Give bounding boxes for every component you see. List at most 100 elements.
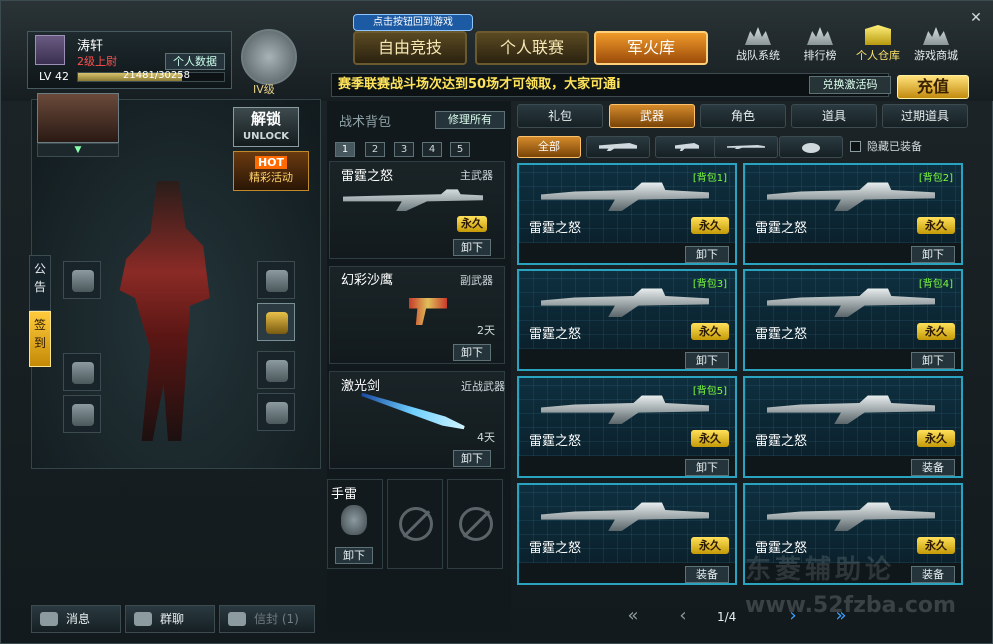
card-weapon-name: 雷霆之怒 — [529, 327, 582, 342]
next-page-button[interactable]: › — [781, 605, 805, 629]
filter-pistol-button[interactable] — [655, 136, 719, 158]
close-icon[interactable]: ✕ — [967, 9, 985, 27]
mail-button[interactable]: 信封 (1) — [219, 605, 315, 633]
inventory-card[interactable]: [背包4] 雷霆之怒 永久 卸下 — [743, 269, 963, 371]
filter-rifle-button[interactable] — [586, 136, 650, 158]
secondary-weapon-type: 副武器 — [460, 274, 493, 287]
redeem-code-button[interactable]: 兑换激活码 — [809, 76, 891, 94]
inventory-card[interactable]: [背包5] 雷霆之怒 永久卸下 — [517, 376, 737, 478]
mode-free-battle-button[interactable]: 自由竞技 — [353, 31, 467, 65]
no-entry-icon — [459, 507, 493, 541]
last-page-button[interactable]: » — [829, 605, 853, 629]
knife-icon — [727, 145, 765, 149]
checkin-tab[interactable]: 签到 — [29, 311, 51, 367]
hot-event-label: 精彩活动 — [249, 171, 293, 184]
backpack-tab-5[interactable]: 5 — [450, 142, 470, 157]
ranking-button[interactable]: 排行榜 — [789, 25, 851, 67]
backpack-tab-1[interactable]: 1 — [335, 142, 355, 157]
pouch-slot-icon[interactable] — [63, 395, 101, 433]
card-action-button[interactable]: 卸下 — [685, 459, 729, 476]
grenade-unequip-button[interactable]: 卸下 — [335, 547, 373, 564]
unlock-label: 解锁 — [250, 110, 281, 128]
prev-page-button[interactable]: ‹ — [671, 605, 695, 629]
mode-league-button[interactable]: 个人联赛 — [475, 31, 589, 65]
card-duration-badge: 永久 — [691, 430, 729, 447]
inventory-card[interactable]: [背包3] 雷霆之怒 永久卸下 — [517, 269, 737, 371]
no-entry-icon — [399, 507, 433, 541]
primary-unequip-button[interactable]: 卸下 — [453, 239, 491, 256]
inventory-card[interactable]: 雷霆之怒 永久 装备 — [743, 376, 963, 478]
filter-all-button[interactable]: 全部 — [517, 136, 581, 158]
first-page-button[interactable]: « — [621, 605, 645, 629]
message-button[interactable]: 消息 — [31, 605, 121, 633]
backpack-tab-3[interactable]: 3 — [394, 142, 414, 157]
melee-unequip-button[interactable]: 卸下 — [453, 450, 491, 467]
mode-armory-button[interactable]: 军火库 — [594, 31, 708, 65]
repair-all-button[interactable]: 修理所有 — [435, 111, 505, 129]
inventory-card[interactable]: 雷霆之怒 永久 装备 — [517, 483, 737, 585]
inventory-card[interactable]: [背包2] 雷霆之怒 永久 卸下 — [743, 163, 963, 265]
shop-icon — [923, 27, 949, 45]
category-gift-tab[interactable]: 礼包 — [517, 104, 603, 128]
card-action-button[interactable]: 装备 — [911, 566, 955, 583]
backpack-tab-2[interactable]: 2 — [365, 142, 385, 157]
filter-grenade-button[interactable] — [779, 136, 843, 158]
card-action-button[interactable]: 卸下 — [685, 246, 729, 263]
group-chat-button[interactable]: 群聊 — [125, 605, 215, 633]
unlock-button[interactable]: 解锁 UNLOCK — [233, 107, 299, 147]
warehouse-button[interactable]: 个人仓库 — [847, 25, 909, 67]
card-pack-tag: [背包4] — [918, 279, 953, 290]
scope-slot-icon[interactable] — [257, 393, 295, 431]
hide-equipped-checkbox[interactable] — [850, 141, 861, 152]
card-pack-tag: [背包3] — [692, 279, 727, 290]
avatar-dropdown-icon[interactable]: ▼ — [37, 143, 119, 157]
grenade-icon — [341, 505, 367, 535]
card-duration-badge: 永久 — [917, 430, 955, 447]
secondary-weapon-duration: 2天 — [477, 324, 495, 337]
suppressor-slot-icon[interactable] — [63, 353, 101, 391]
vest-slot-icon[interactable] — [257, 303, 295, 341]
inventory-card[interactable]: [背包1] 雷霆之怒 永久 卸下 — [517, 163, 737, 265]
card-action-button[interactable]: 装备 — [685, 566, 729, 583]
card-duration-badge: 永久 — [917, 217, 955, 234]
page-indicator: 1/4 — [717, 610, 737, 624]
filter-knife-button[interactable] — [714, 136, 778, 158]
card-pack-tag: [背包5] — [692, 386, 727, 397]
card-action-button[interactable]: 卸下 — [911, 352, 955, 369]
shop-button[interactable]: 游戏商城 — [905, 25, 967, 67]
hot-event-button[interactable]: HOT 精彩活动 — [233, 151, 309, 191]
clan-system-button[interactable]: 战队系统 — [727, 25, 789, 67]
category-weapon-tab[interactable]: 武器 — [609, 104, 695, 128]
category-item-tab[interactable]: 道具 — [791, 104, 877, 128]
pistol-icon — [675, 143, 699, 151]
hot-badge: HOT — [254, 156, 288, 169]
grenade-icon — [802, 143, 820, 153]
rank-insignia-icon — [35, 35, 65, 65]
group-chat-label: 群聊 — [160, 612, 185, 626]
recharge-button[interactable]: 充值 — [897, 75, 969, 99]
tier-emblem-icon — [241, 29, 297, 85]
card-weapon-name: 雷霆之怒 — [529, 434, 582, 449]
backpack-tab-4[interactable]: 4 — [422, 142, 442, 157]
notice-tab[interactable]: 公告 — [29, 255, 51, 311]
card-action-button[interactable]: 卸下 — [685, 352, 729, 369]
category-character-tab[interactable]: 角色 — [700, 104, 786, 128]
watermark-cn: 东菱辅助论 — [745, 555, 896, 585]
xp-text: 21481/30258 — [123, 70, 190, 81]
primary-weapon-name: 雷霆之怒 — [341, 169, 394, 184]
category-expired-tab[interactable]: 过期道具 — [882, 104, 968, 128]
card-action-button[interactable]: 卸下 — [911, 246, 955, 263]
player-level: LV 42 — [39, 70, 69, 83]
card-action-button[interactable]: 装备 — [911, 459, 955, 476]
magazine-slot-icon[interactable] — [257, 351, 295, 389]
hide-equipped-label: 隐藏已装备 — [867, 140, 922, 153]
message-label: 消息 — [66, 612, 91, 626]
secondary-unequip-button[interactable]: 卸下 — [453, 344, 491, 361]
personal-data-button[interactable]: 个人数据 — [165, 53, 225, 70]
helmet-slot-icon[interactable] — [257, 261, 295, 299]
bear-slot-icon[interactable] — [63, 261, 101, 299]
melee-weapon-type: 近战武器 — [461, 380, 505, 393]
clan-icon — [745, 27, 771, 45]
character-avatar[interactable] — [37, 93, 119, 143]
card-duration-badge: 永久 — [691, 323, 729, 340]
